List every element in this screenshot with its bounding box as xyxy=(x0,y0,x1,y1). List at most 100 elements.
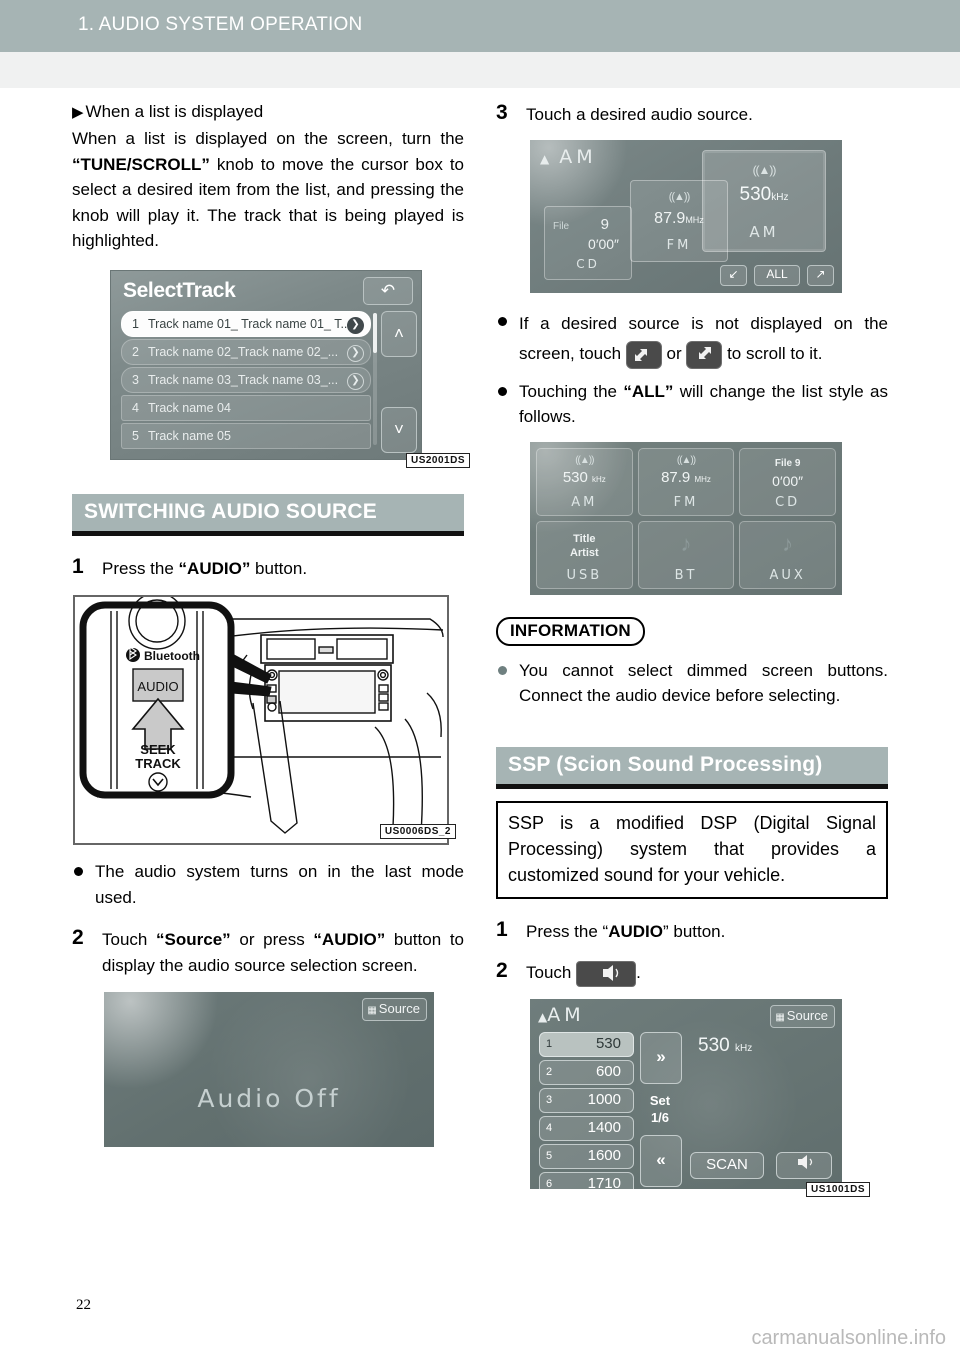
next-page-button[interactable]: » xyxy=(640,1032,682,1084)
step-1: 1 Press the “AUDIO” button. xyxy=(72,554,308,578)
svg-text:TRACK: TRACK xyxy=(135,756,181,771)
grid-cell-am[interactable]: ((▲)) 530 kHz AM xyxy=(536,447,633,516)
step-number: 3 xyxy=(496,101,508,124)
antenna-icon: ((▲)) xyxy=(676,454,696,466)
cd-time: 0′00″ xyxy=(588,235,619,252)
track-list-item[interactable]: 5 Track name 05 xyxy=(121,422,371,449)
step-number: 1 xyxy=(72,554,84,578)
track-list-item[interactable]: 2 Track name 02_Track name 02_... ❯ xyxy=(121,338,371,365)
grid-fm-label: FM xyxy=(673,494,699,510)
preset-button[interactable]: 4 1400 xyxy=(539,1116,634,1141)
grid-fm-value: 87.9 MHz xyxy=(661,468,711,486)
speaker-button[interactable] xyxy=(776,1152,832,1179)
source-card-am[interactable]: ((▲)) 530kHz AM xyxy=(702,149,826,252)
information-block: INFORMATION You cannot select dimmed scr… xyxy=(496,616,888,709)
scrollbar-thumb[interactable] xyxy=(373,312,377,353)
list-scrollbar[interactable] xyxy=(373,312,377,445)
figure-code: US2001DS xyxy=(405,452,470,468)
right-column: 3 Touch a desired audio source. ▲ AM File… xyxy=(496,100,888,1197)
scroll-right-icon[interactable] xyxy=(686,340,723,369)
page-title: 1. AUDIO SYSTEM OPERATION xyxy=(78,14,363,35)
grid-cd-label: CD xyxy=(775,494,801,510)
source-grid-screen: ((▲)) 530 kHz AM ((▲)) 87.9 MHz FM File … xyxy=(530,442,842,595)
back-button[interactable]: ↶ xyxy=(363,276,413,305)
grid-usb-note: Title Artist xyxy=(569,532,599,559)
audio-source-figure: ▲ AM File 9 0′00″ CD ((▲)) 87.9MHz FM ((… xyxy=(530,139,888,293)
svg-text:AUDIO: AUDIO xyxy=(137,679,178,694)
bullet-dot-icon xyxy=(498,665,507,675)
section-switching-audio-source: SWITCHING AUDIO SOURCE xyxy=(72,493,464,536)
preset-button[interactable]: 3 1000 xyxy=(539,1088,634,1113)
grid-cell-aux[interactable]: ♪ AUX xyxy=(739,520,836,589)
source-grid-icon: ▦ xyxy=(775,1012,785,1023)
audio-off-figure: ▦ Source Audio Off xyxy=(104,992,464,1147)
step-number: 1 xyxy=(496,917,508,941)
source-button[interactable]: ▦ Source xyxy=(362,998,427,1021)
left-column: ▶ When a list is displayed When a list is… xyxy=(72,100,470,1147)
source-button[interactable]: ▦ Source xyxy=(770,1005,835,1028)
bullet-scroll-source: If a desired source is not displayed on … xyxy=(496,309,888,369)
preset-list: 1 530 2 600 3 1000 4 1400 5 1600 6 1710 xyxy=(539,1032,634,1189)
am-radio-screen: ▲AM ▦ Source 1 530 2 600 3 1000 4 1400 5 1600 … xyxy=(530,999,842,1189)
all-button[interactable]: ALL xyxy=(754,264,800,286)
select-track-screen: SelectTrack ↶ 1 Track name 01_ Track name… xyxy=(110,269,422,460)
section-header-bar: SWITCHING AUDIO SOURCE xyxy=(72,493,464,531)
track-list-item[interactable]: 4 Track name 04 xyxy=(121,394,371,421)
step-2: 2 Touch “Source” or press “AUDIO” button … xyxy=(72,926,465,975)
scroll-left-button[interactable]: ↙ xyxy=(720,264,747,286)
section-underline xyxy=(496,783,888,789)
grid-cell-cd[interactable]: File 9 0′00″ CD xyxy=(739,447,836,516)
prev-page-button[interactable]: « xyxy=(640,1135,682,1187)
scroll-up-button[interactable]: ˄ xyxy=(381,310,417,357)
antenna-icon: ▲ xyxy=(538,1010,548,1024)
preset-button[interactable]: 1 530 xyxy=(539,1032,634,1057)
preset-button[interactable]: 2 600 xyxy=(539,1060,634,1085)
chevron-right-icon[interactable]: ❯ xyxy=(347,344,364,362)
antenna-icon: ▲ xyxy=(540,151,550,166)
antenna-icon: ((▲)) xyxy=(752,162,777,177)
preset-button[interactable]: 6 1710 xyxy=(539,1172,634,1189)
svg-text:Bluetooth: Bluetooth xyxy=(144,649,200,663)
tune-scroll-term: “TUNE/SCROLL” xyxy=(72,154,210,174)
list-heading-label: When a list is displayed xyxy=(85,102,264,121)
antenna-icon: ((▲)) xyxy=(575,454,594,466)
audio-off-screen: ▦ Source Audio Off xyxy=(104,992,434,1147)
grid-am-value: 530 kHz xyxy=(562,468,606,486)
step-number: 2 xyxy=(72,926,84,949)
source-grid: ((▲)) 530 kHz AM ((▲)) 87.9 MHz FM File … xyxy=(536,447,836,589)
section-title: SWITCHING AUDIO SOURCE xyxy=(84,499,377,523)
grid-aux-label: AUX xyxy=(769,567,806,583)
bullet-dot-icon xyxy=(498,386,507,396)
source-grid-figure: ((▲)) 530 kHz AM ((▲)) 87.9 MHz FM File … xyxy=(530,442,888,595)
grid-cell-usb[interactable]: Title Artist USB xyxy=(536,520,633,589)
current-frequency: 530 kHz xyxy=(698,1035,753,1056)
cd-label: CD xyxy=(576,256,600,271)
grid-cell-bt[interactable]: ♪ BT xyxy=(637,520,735,589)
cd-file-label: File xyxy=(553,220,570,232)
source-card-cd[interactable]: File 9 0′00″ CD xyxy=(544,205,632,280)
list-scroll-buttons: ˄ ˅ xyxy=(381,310,417,453)
page-subheader-band xyxy=(0,52,960,88)
step-number: 2 xyxy=(496,959,508,982)
select-track-title: SelectTrack xyxy=(123,278,236,302)
chevron-right-icon[interactable]: ❯ xyxy=(347,316,364,334)
page-number: 22 xyxy=(76,1297,91,1313)
speaker-button-icon[interactable] xyxy=(576,961,637,987)
scan-button[interactable]: SCAN xyxy=(690,1152,764,1179)
scroll-left-icon[interactable] xyxy=(625,340,662,369)
scroll-down-button[interactable]: ˅ xyxy=(381,406,417,453)
grid-cell-fm[interactable]: ((▲)) 87.9 MHz FM xyxy=(637,447,735,516)
track-list-item[interactable]: 3 Track name 03_Track name 03_... ❯ xyxy=(121,366,371,393)
track-list-item[interactable]: 1 Track name 01_ Track name 01_ T... ❯ xyxy=(121,310,371,337)
triangle-bullet-icon: ▶ xyxy=(72,104,84,121)
list-displayed-body: When a list is displayed on the screen, … xyxy=(72,129,464,250)
figure-code: US0006DS_2 xyxy=(379,824,456,839)
scroll-right-button[interactable]: ↗ xyxy=(807,264,834,286)
track-list: 1 Track name 01_ Track name 01_ T... ❯ 2 Tr… xyxy=(121,310,371,451)
grid-cd-file: File 9 xyxy=(774,457,801,469)
section-ssp: SSP (Scion Sound Processing) xyxy=(496,746,888,789)
bullet-dot-icon xyxy=(498,316,507,326)
chevron-right-icon[interactable]: ❯ xyxy=(347,372,364,390)
preset-button[interactable]: 5 1600 xyxy=(539,1144,634,1169)
bullet-dot-icon xyxy=(74,867,83,876)
